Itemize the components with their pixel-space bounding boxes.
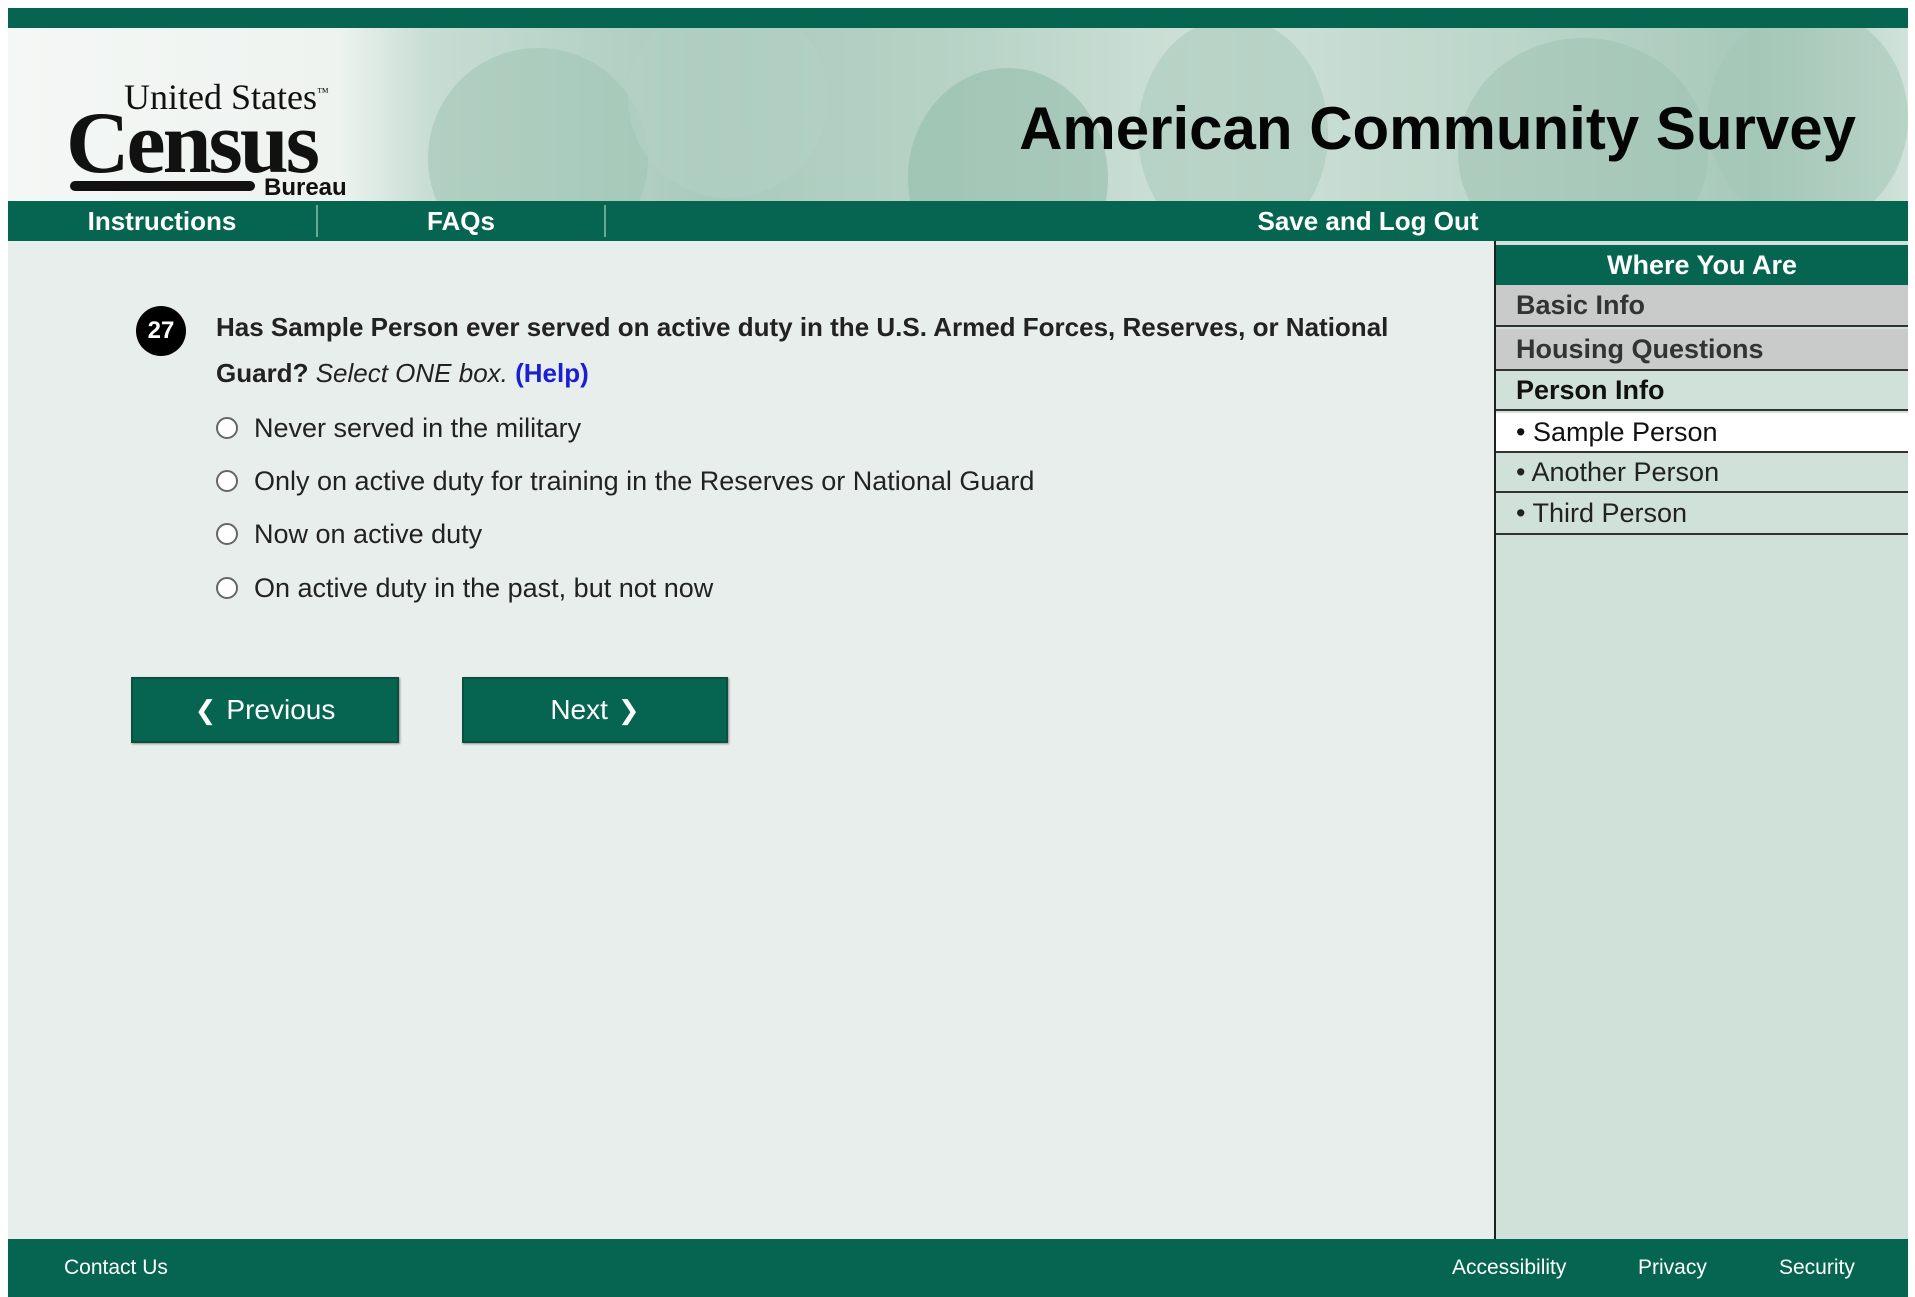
option-label: On active duty in the past, but not now <box>254 572 714 603</box>
sidebar-item-housing-questions: Housing Questions <box>1496 329 1908 371</box>
footer-contact-us-link[interactable]: Contact Us <box>64 1239 168 1297</box>
radio-button[interactable] <box>216 523 238 545</box>
top-nav: Instructions FAQs Save and Log Out <box>8 201 1908 241</box>
previous-button-label: Previous <box>226 694 336 725</box>
progress-sidebar: Where You Are Basic Info Housing Questio… <box>1494 241 1908 1239</box>
option-label: Never served in the military <box>254 412 582 443</box>
chevron-right-icon: ❯ <box>617 694 640 725</box>
nav-save-logout[interactable]: Save and Log Out <box>1208 201 1528 241</box>
answer-option[interactable]: Only on active duty for training in the … <box>216 464 1034 498</box>
banner-photo-shape <box>428 48 648 201</box>
question-instruction: Select ONE box. <box>315 358 508 388</box>
sidebar-title: Where You Are <box>1496 245 1908 285</box>
chevron-left-icon: ❮ <box>194 694 217 725</box>
census-bureau-logo[interactable]: United States™ Census Bureau <box>60 56 360 201</box>
question-number-badge: 27 <box>136 306 186 356</box>
top-bar <box>8 8 1908 28</box>
next-button-label: Next <box>550 694 608 725</box>
answer-option[interactable]: Now on active duty <box>216 517 482 551</box>
option-label: Now on active duty <box>254 518 483 549</box>
logo-underline <box>70 181 255 191</box>
radio-button[interactable] <box>216 470 238 492</box>
sidebar-item-person-info: Person Info <box>1496 371 1908 411</box>
sidebar-item-third-person[interactable]: • Third Person <box>1496 493 1908 535</box>
option-label: Only on active duty for training in the … <box>254 465 1035 496</box>
header-banner: United States™ Census Bureau American Co… <box>8 28 1908 201</box>
footer-security-link[interactable]: Security <box>1779 1239 1855 1297</box>
nav-faqs[interactable]: FAQs <box>318 201 604 241</box>
footer-accessibility-link[interactable]: Accessibility <box>1452 1239 1566 1297</box>
banner-photo-shape <box>628 28 828 198</box>
radio-button[interactable] <box>216 417 238 439</box>
answer-option[interactable]: Never served in the military <box>216 411 581 445</box>
nav-instructions[interactable]: Instructions <box>8 201 316 241</box>
page-title: American Community Survey <box>1019 95 1856 162</box>
sidebar-item-sample-person[interactable]: • Sample Person <box>1496 413 1908 453</box>
next-button[interactable]: Next ❯ <box>462 677 728 743</box>
radio-button[interactable] <box>216 577 238 599</box>
answer-option[interactable]: On active duty in the past, but not now <box>216 571 713 605</box>
footer: Contact Us Accessibility Privacy Securit… <box>8 1239 1908 1297</box>
help-link[interactable]: (Help) <box>515 358 589 388</box>
footer-privacy-link[interactable]: Privacy <box>1638 1239 1707 1297</box>
logo-text: Bureau <box>264 174 347 201</box>
app-frame: United States™ Census Bureau American Co… <box>8 8 1908 1297</box>
previous-button[interactable]: ❮ Previous <box>131 677 399 743</box>
nav-divider <box>604 205 606 237</box>
question-text: Has Sample Person ever served on active … <box>216 304 1396 396</box>
sidebar-item-another-person[interactable]: • Another Person <box>1496 453 1908 493</box>
sidebar-item-basic-info: Basic Info <box>1496 285 1908 327</box>
